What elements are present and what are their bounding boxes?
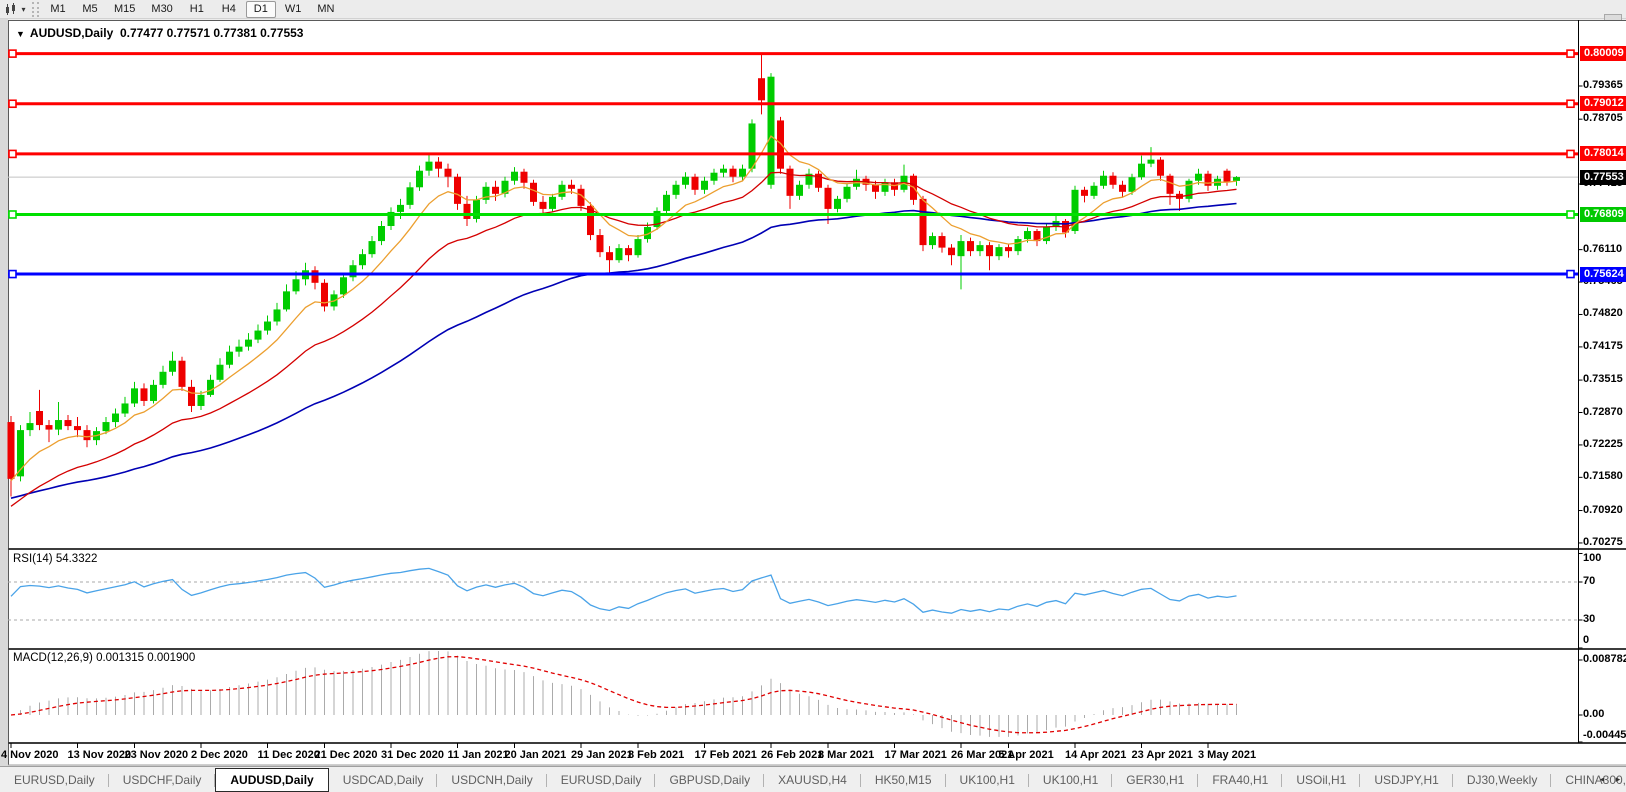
resistance-2-anchor[interactable] bbox=[1567, 100, 1574, 107]
rsi-panel-label: RSI(14) 54.3322 bbox=[13, 553, 97, 565]
date-axis-label: 17 Mar 2021 bbox=[885, 749, 947, 761]
resistance-1-anchor[interactable] bbox=[1567, 50, 1574, 57]
tab-usdchf-daily[interactable]: USDCHF,Daily bbox=[109, 770, 216, 792]
macd-signal-line bbox=[11, 657, 1237, 733]
rsi-axis-label: 0 bbox=[1583, 634, 1589, 646]
rsi-line bbox=[11, 568, 1237, 613]
chart-symbol-label: AUDUSD,Daily bbox=[30, 26, 113, 40]
price-badge: 0.75624 bbox=[1580, 267, 1626, 282]
date-axis-label: 8 Feb 2021 bbox=[628, 749, 684, 761]
price-tick-label: 0.71580 bbox=[1583, 470, 1623, 482]
chart-canvas[interactable] bbox=[0, 0, 1626, 792]
tab-uk100-h1[interactable]: UK100,H1 bbox=[1029, 770, 1112, 792]
macd-axis-label: 0.00 bbox=[1583, 708, 1604, 720]
price-tick-label: 0.78705 bbox=[1583, 112, 1623, 124]
price-tick-label: 0.79365 bbox=[1583, 79, 1623, 91]
macd-panel-label: MACD(12,26,9) 0.001315 0.001900 bbox=[13, 652, 195, 664]
symbol-tab-bar: EURUSD,DailyUSDCHF,DailyAUDUSD,DailyUSDC… bbox=[0, 766, 1626, 792]
rsi-axis-label: 30 bbox=[1583, 613, 1595, 625]
ma-fast-line bbox=[11, 136, 1237, 481]
price-badge: 0.77553 bbox=[1580, 170, 1626, 185]
price-tick-label: 0.74175 bbox=[1583, 340, 1623, 352]
tab-usdjpy-h1[interactable]: USDJPY,H1 bbox=[1360, 770, 1452, 792]
date-axis-label: 23 Nov 2020 bbox=[125, 749, 189, 761]
tab-usdcad-daily[interactable]: USDCAD,Daily bbox=[329, 770, 438, 792]
date-axis-label: 4 Nov 2020 bbox=[1, 749, 58, 761]
support-green-anchor[interactable] bbox=[1567, 211, 1574, 218]
date-axis-label: 13 Nov 2020 bbox=[68, 749, 132, 761]
price-tick-label: 0.76110 bbox=[1583, 243, 1622, 255]
macd-axis-label: -0.004451 bbox=[1583, 729, 1626, 741]
date-axis-label: 21 Dec 2020 bbox=[315, 749, 378, 761]
tab-usoil-h1[interactable]: USOil,H1 bbox=[1282, 770, 1360, 792]
price-tick-label: 0.73515 bbox=[1583, 373, 1623, 385]
chart-ohlc-values: 0.77477 0.77571 0.77381 0.77553 bbox=[120, 26, 304, 40]
price-tick-label: 0.70275 bbox=[1583, 536, 1623, 548]
date-axis-label: 11 Jan 2021 bbox=[448, 749, 509, 761]
tab-audusd-daily[interactable]: AUDUSD,Daily bbox=[215, 768, 328, 792]
resistance-1-anchor[interactable] bbox=[9, 50, 16, 57]
rsi-axis-label: 100 bbox=[1583, 552, 1601, 564]
tab-usdcnh-daily[interactable]: USDCNH,Daily bbox=[437, 770, 546, 792]
date-axis-label: 14 Apr 2021 bbox=[1065, 749, 1126, 761]
tab-scroll-left-icon[interactable]: ◂ bbox=[1596, 772, 1608, 786]
tab-hk50-m15[interactable]: HK50,M15 bbox=[861, 770, 946, 792]
price-tick-label: 0.70920 bbox=[1583, 504, 1623, 516]
support-blue-anchor[interactable] bbox=[9, 271, 16, 278]
tab-eurusd-daily[interactable]: EURUSD,Daily bbox=[547, 770, 656, 792]
tab-xauusd-h4[interactable]: XAUUSD,H4 bbox=[764, 770, 861, 792]
macd-axis-label: 0.008782 bbox=[1583, 653, 1626, 665]
rsi-axis-label: 70 bbox=[1583, 575, 1595, 587]
date-axis-label: 23 Apr 2021 bbox=[1132, 749, 1193, 761]
price-tick-label: 0.72225 bbox=[1583, 438, 1623, 450]
support-green-anchor[interactable] bbox=[9, 211, 16, 218]
price-tick-label: 0.74820 bbox=[1583, 307, 1623, 319]
price-badge: 0.80009 bbox=[1580, 46, 1626, 61]
date-axis-label: 31 Dec 2020 bbox=[381, 749, 444, 761]
terminal-screen: ▾ M1M5M15M30H1H4D1W1MN ▼AUDUSD,Daily 0.7… bbox=[0, 0, 1626, 792]
price-badge: 0.76809 bbox=[1580, 207, 1626, 222]
collapse-caret-icon[interactable]: ▼ bbox=[16, 29, 25, 39]
tab-uk100-h1[interactable]: UK100,H1 bbox=[946, 770, 1029, 792]
tab-ger30-h1[interactable]: GER30,H1 bbox=[1112, 770, 1198, 792]
date-axis-label: 26 Feb 2021 bbox=[761, 749, 823, 761]
date-axis-label: 5 Apr 2021 bbox=[999, 749, 1054, 761]
tab-dj30-weekly[interactable]: DJ30,Weekly bbox=[1453, 770, 1551, 792]
date-axis-label: 20 Jan 2021 bbox=[505, 749, 567, 761]
resistance-3-anchor[interactable] bbox=[9, 150, 16, 157]
tab-eurusd-daily[interactable]: EURUSD,Daily bbox=[0, 770, 109, 792]
date-axis-label: 29 Jan 2021 bbox=[571, 749, 633, 761]
tab-fra40-h1[interactable]: FRA40,H1 bbox=[1198, 770, 1282, 792]
ma-slow-line bbox=[11, 204, 1237, 499]
tab-scroll-buttons: ◂ ▸ bbox=[1596, 772, 1624, 786]
date-axis-label: 11 Dec 2020 bbox=[258, 749, 320, 761]
date-axis-label: 2 Dec 2020 bbox=[191, 749, 248, 761]
price-badge: 0.79012 bbox=[1580, 96, 1626, 111]
resistance-3-anchor[interactable] bbox=[1567, 150, 1574, 157]
price-tick-label: 0.72870 bbox=[1583, 406, 1623, 418]
price-badge: 0.78014 bbox=[1580, 146, 1626, 161]
date-axis-label: 17 Feb 2021 bbox=[695, 749, 757, 761]
date-axis-label: 8 Mar 2021 bbox=[818, 749, 874, 761]
tab-scroll-right-icon[interactable]: ▸ bbox=[1612, 772, 1624, 786]
tab-gbpusd-daily[interactable]: GBPUSD,Daily bbox=[655, 770, 764, 792]
chart-title: ▼ AUDUSD,Daily 0.77477 0.77571 0.77381 0.… bbox=[16, 26, 303, 40]
support-blue-anchor[interactable] bbox=[1567, 271, 1574, 278]
resistance-2-anchor[interactable] bbox=[9, 100, 16, 107]
date-axis-label: 3 May 2021 bbox=[1198, 749, 1256, 761]
